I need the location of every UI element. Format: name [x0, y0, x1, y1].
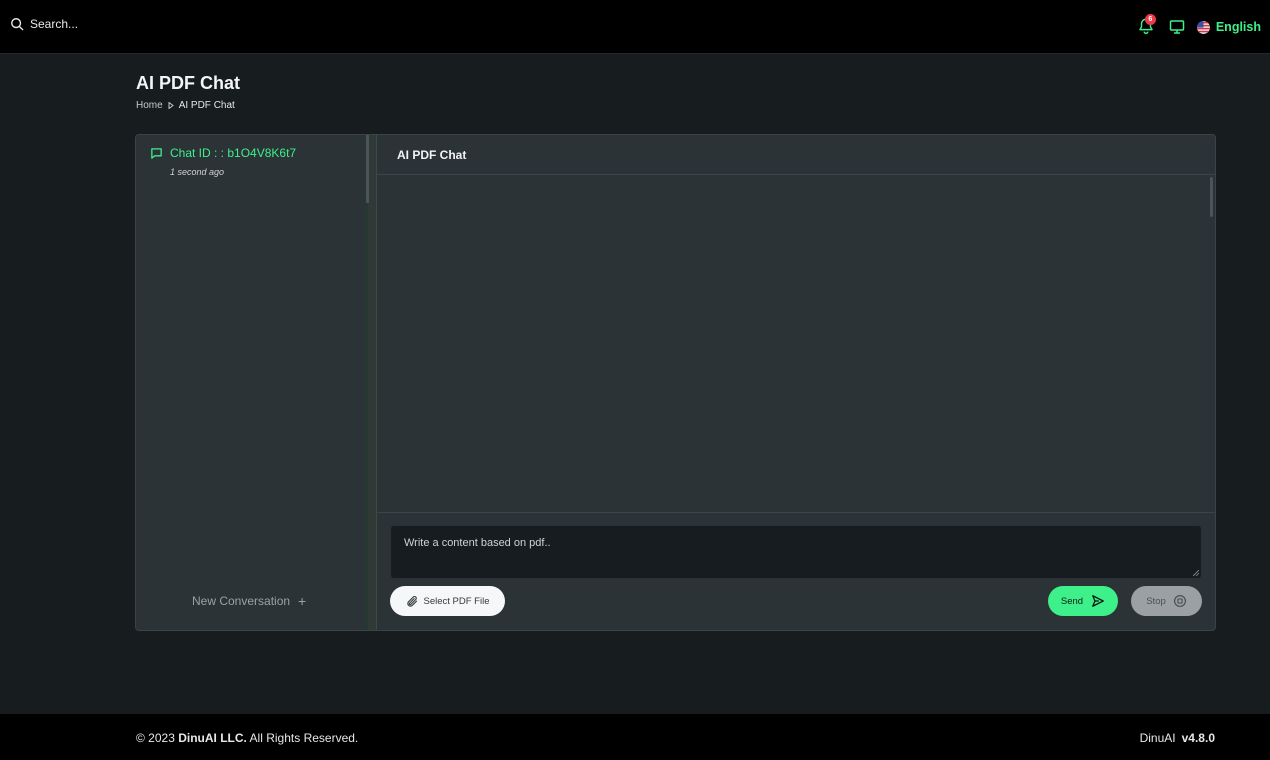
select-pdf-button[interactable]: Select PDF File [390, 586, 505, 616]
chat-card: Chat ID : : b1O4V8K6t7 1 second ago New … [135, 134, 1216, 631]
search-trigger[interactable]: Search... [10, 17, 78, 31]
company-link[interactable]: DinuAI LLC. [178, 731, 247, 745]
search-icon [11, 18, 24, 31]
breadcrumb-current: AI PDF Chat [178, 100, 235, 111]
send-button[interactable]: Send [1048, 586, 1118, 616]
chat-bubble-icon [151, 147, 162, 159]
notifications-button[interactable]: 6 [1137, 14, 1157, 36]
send-icon [1092, 595, 1104, 607]
conversation-timestamp: 1 second ago [170, 167, 225, 177]
send-label: Send [1060, 595, 1084, 607]
top-bar: Search... 6 English [0, 0, 1270, 54]
rights-text: All Rights Reserved. [249, 731, 359, 745]
conversation-item[interactable]: Chat ID : : b1O4V8K6t7 1 second ago [150, 146, 296, 177]
language-label: English [1215, 20, 1261, 34]
footer: © 2023 DinuAI LLC. All Rights Reserved. … [0, 714, 1270, 760]
breadcrumb: Home AI PDF Chat [136, 100, 235, 111]
conversation-title: Chat ID : : b1O4V8K6t7 [170, 146, 297, 160]
message-area [377, 175, 1215, 513]
stop-button[interactable]: Stop [1131, 586, 1202, 616]
breadcrumb-home[interactable]: Home [136, 100, 163, 111]
chat-header: AI PDF Chat [377, 135, 1215, 175]
sidebar-scrollbar[interactable] [366, 135, 377, 630]
page-title: AI PDF Chat [136, 73, 241, 93]
resize-grip-icon[interactable] [1193, 570, 1199, 576]
prompt-input-container [390, 525, 1202, 579]
chat-panel: AI PDF Chat Select PDF File Send Stop [377, 135, 1215, 630]
conversation-sidebar: Chat ID : : b1O4V8K6t7 1 second ago New … [136, 135, 366, 630]
chat-header-title: AI PDF Chat [397, 148, 467, 162]
paperclip-icon [406, 595, 417, 607]
new-conversation-label: New Conversation [192, 594, 291, 608]
version-number: v4.8.0 [1181, 731, 1215, 745]
stop-icon [1173, 594, 1186, 608]
monitor-icon[interactable] [1169, 19, 1185, 35]
sidebar-scroll-thumb[interactable] [366, 135, 369, 203]
version-info: DinuAI v4.8.0 [1140, 731, 1215, 745]
message-scroll-thumb[interactable] [1210, 177, 1213, 217]
us-flag-icon [1196, 20, 1210, 34]
select-pdf-label: Select PDF File [423, 595, 490, 607]
notification-badge: 6 [1144, 14, 1156, 25]
product-name: DinuAI [1139, 731, 1176, 745]
prompt-input[interactable] [391, 526, 1201, 578]
caret-right-icon [168, 102, 174, 109]
stop-label: Stop [1146, 595, 1166, 607]
plus-icon: + [298, 593, 307, 609]
new-conversation-button[interactable]: New Conversation + [192, 593, 306, 609]
copyright-prefix: © 2023 [136, 731, 175, 745]
language-selector[interactable]: English [1196, 20, 1261, 34]
search-label: Search... [30, 17, 79, 31]
copyright: © 2023 DinuAI LLC. All Rights Reserved. [136, 731, 358, 745]
